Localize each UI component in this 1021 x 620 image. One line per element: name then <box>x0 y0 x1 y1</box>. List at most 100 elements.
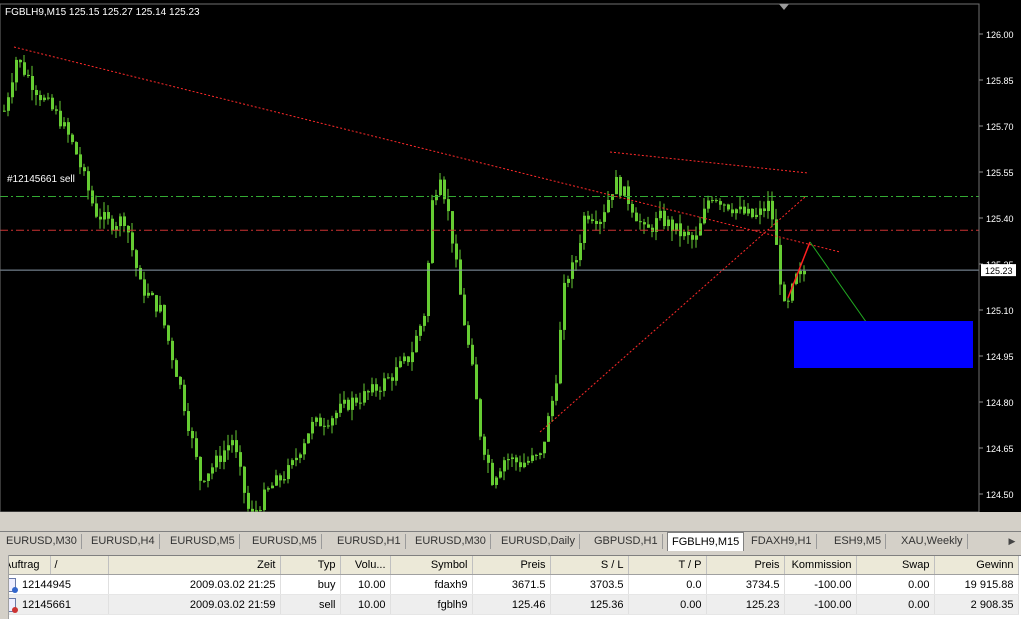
arrow-right-icon[interactable]: ▶ <box>1005 534 1019 548</box>
candle-body <box>755 214 758 218</box>
candle-body <box>47 97 50 99</box>
candle-body <box>723 204 726 206</box>
tab-fdaxh9-h1[interactable]: FDAXH9,H1 <box>747 534 817 549</box>
candle-body <box>243 466 246 493</box>
candle-body <box>571 262 574 279</box>
tab-eurusd-m5[interactable]: EURUSD,M5 <box>248 534 322 549</box>
candle-body <box>339 403 342 413</box>
candle-body <box>183 384 186 412</box>
col-sl[interactable]: S / L <box>550 556 629 575</box>
tab-fgblh9-m15[interactable]: FGBLH9,M15 <box>667 532 745 551</box>
candle-body <box>59 110 62 127</box>
col-zeit[interactable]: Zeit <box>108 556 281 575</box>
col-preis-current[interactable]: Preis <box>706 556 785 575</box>
tab-eurusd-m30[interactable]: EURUSD,M30 <box>2 534 82 549</box>
candle-body <box>55 109 58 111</box>
col-swap[interactable]: Swap <box>856 556 935 575</box>
tab-eurusd-h4[interactable]: EURUSD,H4 <box>87 534 160 549</box>
candle-body <box>367 391 370 393</box>
tab-eurusd-m5[interactable]: EURUSD,M5 <box>166 534 240 549</box>
candle-body <box>171 340 174 361</box>
candle-body <box>543 441 546 454</box>
tab-eurusd-h1[interactable]: EURUSD,H1 <box>333 534 406 549</box>
order-row[interactable]: 12145661 2009.03.02 21:59 sell 10.00 fgb… <box>0 594 1019 615</box>
tab-gbpusd-h1[interactable]: GBPUSD,H1 <box>590 534 663 549</box>
col-volumen[interactable]: Volu... <box>340 556 391 575</box>
candle-body <box>323 425 326 427</box>
candle-body <box>579 242 582 261</box>
col-tp[interactable]: T / P <box>628 556 707 575</box>
candle-body <box>763 208 766 212</box>
candle-body <box>471 344 474 365</box>
trendline-upper <box>13 46 841 253</box>
candle-body <box>799 270 802 275</box>
order-type: buy <box>280 574 341 595</box>
candle-body <box>151 292 154 296</box>
candle-body <box>135 250 138 268</box>
col-typ[interactable]: Typ <box>280 556 341 575</box>
price-chart[interactable]: FGBLH9,M15 125.15 125.27 125.14 125.23 #1… <box>0 0 1021 512</box>
candle-body <box>743 206 746 214</box>
price-label: 124.65 <box>986 444 1014 454</box>
candle-body <box>51 97 54 110</box>
order-tp: 0.0 <box>628 574 707 595</box>
target-zone-rect <box>794 321 973 368</box>
tab-esh9-m5[interactable]: ESH9,M5 <box>830 534 887 549</box>
chart-canvas[interactable]: FGBLH9,M15 125.15 125.27 125.14 125.23 #1… <box>0 0 1021 512</box>
chart-tabs: EURUSD,M30 EURUSD,H4 EURUSD,M5 EURUSD,M5 EUR… <box>0 531 1021 551</box>
candle-body <box>387 377 390 379</box>
candle-body <box>635 212 638 222</box>
shift-marker-icon <box>779 4 789 10</box>
order-profit: 2 908.35 <box>934 594 1019 615</box>
order-swap: 0.00 <box>856 594 935 615</box>
col-kommission[interactable]: Kommission <box>784 556 857 575</box>
candle-body <box>167 325 170 341</box>
order-row[interactable]: 12144945 2009.03.02 21:25 buy 10.00 fdax… <box>0 574 1019 595</box>
candle-body <box>143 279 146 296</box>
candle-body <box>187 411 190 432</box>
candle-body <box>431 200 434 263</box>
candle-body <box>615 176 618 195</box>
col-symbol[interactable]: Symbol <box>390 556 473 575</box>
candle-body <box>695 235 698 240</box>
candle-body <box>631 203 634 213</box>
candle-body <box>103 212 106 220</box>
col-gewinn[interactable]: Gewinn <box>934 556 1019 575</box>
tab-eurusd-daily[interactable]: EURUSD,Daily <box>497 534 580 549</box>
price-label: 126.00 <box>986 30 1014 40</box>
candle-body <box>491 462 494 485</box>
candle-body <box>551 400 554 417</box>
candle-body <box>307 433 310 444</box>
tab-xau-weekly[interactable]: XAU,Weekly <box>897 534 968 549</box>
candle-body <box>379 390 382 392</box>
candle-body <box>747 208 750 214</box>
candle-body <box>771 200 774 220</box>
candle-body <box>127 225 130 233</box>
candle-body <box>407 356 410 363</box>
order-sl: 3703.5 <box>550 574 629 595</box>
col-preis[interactable]: Preis <box>472 556 551 575</box>
tab-eurusd-m30[interactable]: EURUSD,M30 <box>411 534 491 549</box>
candle-body <box>267 488 270 490</box>
candle-body <box>271 485 274 489</box>
candle-body <box>7 97 10 111</box>
price-label: 124.80 <box>986 398 1014 408</box>
candle-body <box>707 200 710 209</box>
candle-body <box>703 208 706 224</box>
order-sl: 125.36 <box>550 594 629 615</box>
candle-body <box>227 445 230 451</box>
chart-header: FGBLH9,M15 125.15 125.27 125.14 125.23 <box>5 7 200 18</box>
candle-body <box>479 399 482 437</box>
col-sort[interactable]: / <box>50 556 109 575</box>
order-id-cell: 12145661 <box>0 594 109 615</box>
candle-body <box>643 222 646 225</box>
candle-body <box>719 201 722 205</box>
candle-body <box>391 377 394 381</box>
order-commission: -100.00 <box>784 594 857 615</box>
terminal-side-handle[interactable] <box>0 555 9 619</box>
candle-body <box>295 457 298 461</box>
order-volume: 10.00 <box>340 594 391 615</box>
candle-body <box>375 384 378 391</box>
price-label: 125.55 <box>986 168 1014 178</box>
candle-body <box>43 97 46 101</box>
